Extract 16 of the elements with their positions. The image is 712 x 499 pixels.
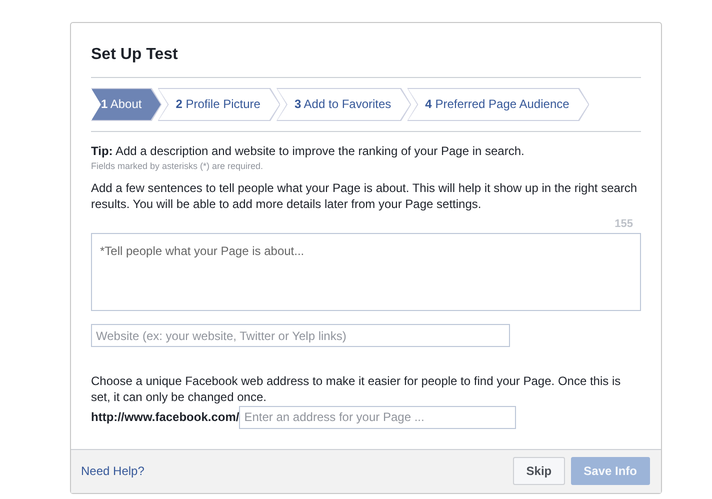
tip-text: Tip: Add a description and website to improve the ranking of your Page in search. (91, 143, 526, 160)
website-field[interactable]: Website (ex: your website, Twitter or Yelp links) (91, 324, 510, 347)
step-tab[interactable]: 2 Profile Picture (158, 88, 280, 121)
address-field[interactable]: Enter an address for your Page ... (239, 406, 516, 428)
need-help-link[interactable]: Need Help? (81, 462, 144, 480)
address-prefix: http://www.facebook.com/ (91, 409, 240, 426)
step-tab[interactable]: 4 Preferred Page Audience (407, 88, 590, 121)
required-note: Fields marked by asterisks (*) are required. (91, 160, 264, 173)
step-tab[interactable]: 1 About (91, 88, 162, 121)
address-intro-text: Choose a unique Facebook web address to make it easier for people to find your Page. Once this is set, it can only be changed once. (91, 372, 622, 404)
skip-button[interactable]: Skip (513, 457, 565, 485)
about-field[interactable]: *Tell people what your Page is about... (91, 233, 641, 311)
character-count: 155 (614, 216, 633, 232)
dialog-title: Set Up Test (91, 43, 641, 78)
about-intro-text: Add a few sentences to tell people what your Page is about. This will help it show up in the right search results. You will be able to add more details later from your Page settings. (91, 180, 638, 212)
step-tab[interactable]: 3 Add to Favorites (276, 88, 412, 121)
